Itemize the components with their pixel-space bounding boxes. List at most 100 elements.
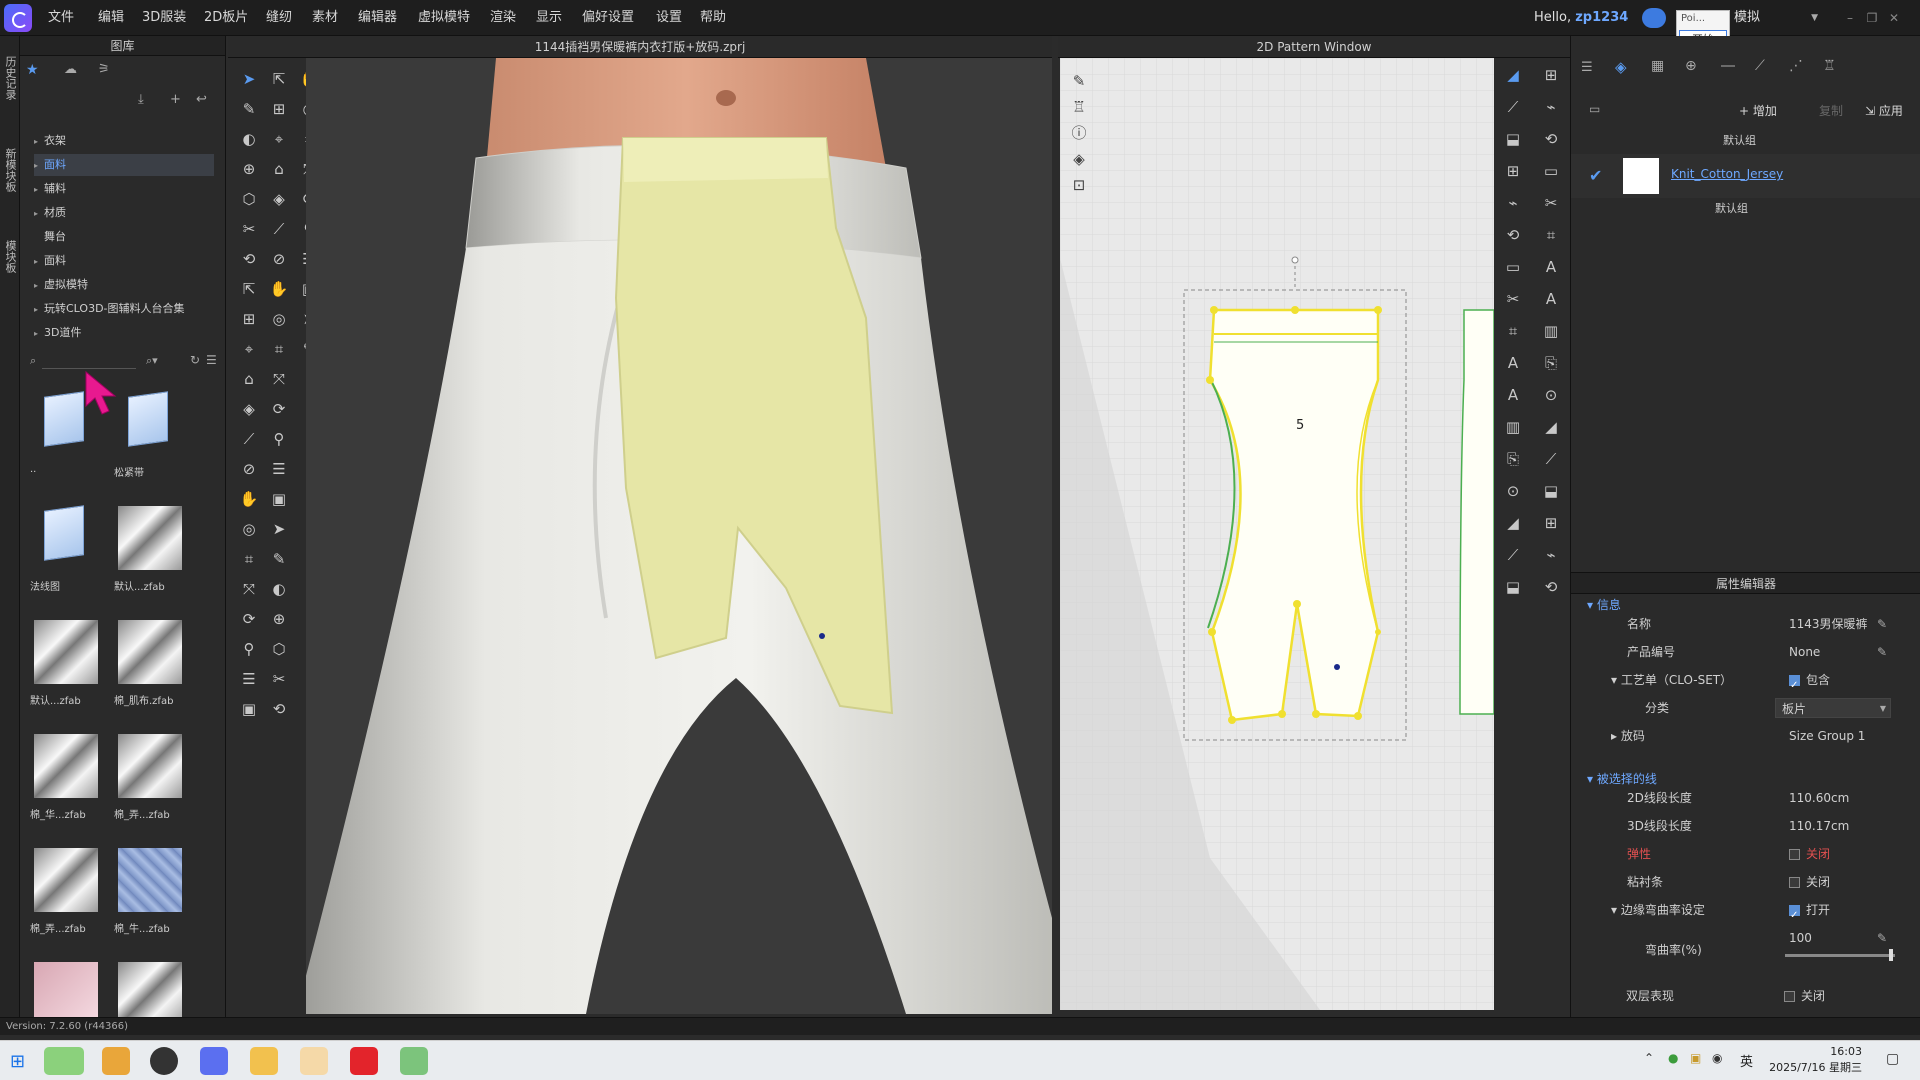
library-tree-item[interactable]: ▸ 面料 (34, 154, 214, 176)
box-tool-icon[interactable]: ▣ (238, 698, 260, 720)
pattern-tool-icon[interactable]: ⟋ (1502, 96, 1524, 118)
measure-icon[interactable]: ⤧ (268, 368, 290, 390)
add-point-icon[interactable]: ⊕ (268, 608, 290, 630)
edit-icon[interactable]: ✎ (1877, 638, 1887, 666)
pattern-tool-icon[interactable]: A (1502, 352, 1524, 374)
menu-item[interactable]: 编辑器 (358, 0, 397, 36)
circle-tool-icon[interactable]: ◎ (268, 308, 290, 330)
pattern-tool-icon[interactable]: A (1540, 256, 1562, 278)
library-thumbnail[interactable]: 棉_华...zfab (30, 730, 102, 821)
menu-item[interactable]: 缝纫 (266, 0, 292, 36)
rotate-icon[interactable]: ⟲ (238, 248, 260, 270)
pattern-tool-icon[interactable]: ⟲ (1540, 576, 1562, 598)
library-tree-item[interactable]: ▸ 3D道件 (34, 322, 214, 344)
library-tree-item[interactable]: ▸ 虚拟模特 (34, 274, 214, 296)
check-icon[interactable]: ✔ (1589, 166, 1602, 185)
box-tool-icon[interactable]: ▣ (268, 488, 290, 510)
menu-item[interactable]: 偏好设置 (582, 0, 634, 36)
pin-icon[interactable]: ⌖ (268, 128, 290, 150)
list-tool-icon[interactable]: ☰ (238, 668, 260, 690)
copy-fabric-button[interactable]: 复制 (1819, 102, 1843, 119)
list-view-icon[interactable]: ☰ (206, 353, 217, 367)
curvature-slider[interactable] (1785, 949, 1895, 961)
fold-tool-icon[interactable]: ◐ (238, 128, 260, 150)
pattern-tool-icon[interactable]: ⟋ (1540, 448, 1562, 470)
cut-icon[interactable]: ✂ (238, 218, 260, 240)
pattern-tool-icon[interactable]: ⌁ (1502, 192, 1524, 214)
info-icon[interactable]: ⓘ (1068, 122, 1090, 144)
pattern-tool-icon[interactable]: ⟋ (1502, 544, 1524, 566)
pattern-tool-icon[interactable]: A (1540, 288, 1562, 310)
tray-qq-icon[interactable]: ◉ (1712, 1051, 1722, 1065)
double-checkbox[interactable] (1784, 991, 1795, 1002)
pattern-tool-icon[interactable]: ✂ (1502, 288, 1524, 310)
tech-pack-section[interactable]: ▾ 工艺单（CLO-SET） (1611, 666, 1732, 694)
category-select[interactable]: 板片 ▼ (1775, 698, 1891, 718)
slider-handle[interactable] (1889, 949, 1893, 961)
qq-icon[interactable] (150, 1047, 178, 1075)
pattern-tool-icon[interactable]: ⌁ (1540, 96, 1562, 118)
erase-icon[interactable]: ⊘ (238, 458, 260, 480)
line-tool-icon[interactable]: ⟋ (238, 428, 260, 450)
chevron-up-icon[interactable]: ⌃ (1644, 1051, 1654, 1065)
search-filter-icon[interactable]: ⌕▾ (146, 354, 158, 368)
pattern-tool-icon[interactable]: ▥ (1502, 416, 1524, 438)
tab-new-module[interactable]: 新模块板 (2, 148, 18, 192)
pattern-tool-icon[interactable]: ⟲ (1540, 128, 1562, 150)
pattern-tool-icon[interactable]: ▥ (1540, 320, 1562, 342)
library-thumbnail[interactable]: 棉_牛...zfab (114, 844, 186, 935)
cloud-icon[interactable] (1642, 8, 1666, 28)
fabric-icon[interactable]: ◈ (1615, 58, 1627, 76)
library-thumbnail[interactable]: 棉_弄...zfab (114, 730, 186, 821)
grid-icon[interactable]: ▦ (1651, 58, 1664, 74)
library-tree-item[interactable]: 舞台 (34, 226, 214, 248)
pattern-tool-icon[interactable]: ⊙ (1540, 384, 1562, 406)
pattern-tool-icon[interactable]: ▭ (1540, 160, 1562, 182)
pattern-tool-icon[interactable]: ⊙ (1502, 480, 1524, 502)
notification-icon[interactable]: ▢ (1886, 1051, 1899, 1067)
globe-icon[interactable]: ⊕ (1685, 58, 1697, 74)
pattern-2d-canvas[interactable]: 5 (1060, 58, 1494, 1010)
menu-item[interactable]: 帮助 (700, 0, 726, 36)
clo3d-icon[interactable] (200, 1047, 228, 1075)
line-icon[interactable]: ― (1721, 58, 1735, 74)
menu-item[interactable]: 2D板片 (204, 0, 248, 36)
pin-icon[interactable]: ⌖ (238, 338, 260, 360)
pattern-tool-icon[interactable]: ⊞ (1502, 160, 1524, 182)
pen-icon[interactable]: ✎ (1068, 70, 1090, 92)
wechat-icon[interactable] (44, 1047, 84, 1075)
pen-icon[interactable]: ✎ (1877, 924, 1887, 952)
app-icon[interactable] (300, 1047, 328, 1075)
library-thumbnail[interactable]: 松紧带 (114, 388, 186, 479)
menu-item[interactable]: 设置 (656, 0, 682, 36)
library-tree-item[interactable]: ▸ 材质 (34, 202, 214, 224)
pattern-tool-icon[interactable]: ⌗ (1502, 320, 1524, 342)
restore-icon[interactable]: ❐ (1864, 10, 1880, 26)
minimize-icon[interactable]: – (1842, 10, 1858, 26)
feature-tab-icon[interactable]: ⚞ (98, 62, 110, 77)
pattern-tool-icon[interactable]: ⟲ (1502, 224, 1524, 246)
library-tree-item[interactable]: ▸ 面料 (34, 250, 214, 272)
polygon-icon[interactable]: ⬡ (268, 638, 290, 660)
prop-curvature-pct-value[interactable]: 100 (1789, 924, 1812, 952)
pattern-tool-icon[interactable]: ⌗ (1540, 224, 1562, 246)
group-header-bottom[interactable]: 默认组 (1571, 200, 1920, 218)
curvature-checkbox[interactable] (1789, 902, 1800, 930)
menu-item[interactable]: 文件 (48, 0, 74, 36)
elastic-checkbox[interactable] (1789, 849, 1800, 860)
fabric-icon[interactable]: ◈ (1068, 148, 1090, 170)
library-thumbnail[interactable]: 默认...zfab (30, 616, 102, 707)
pattern-tool-icon[interactable]: ◢ (1502, 64, 1524, 86)
drawing-app-icon[interactable] (102, 1047, 130, 1075)
shirt-icon[interactable]: ♖ (1823, 58, 1836, 74)
avatar-icon[interactable]: ⌂ (238, 368, 260, 390)
close-icon[interactable]: ✕ (1886, 10, 1902, 26)
sim-dropdown[interactable]: 模拟 ▼ (1734, 6, 1822, 30)
hand-icon[interactable]: ✋ (268, 278, 290, 300)
library-tree-item[interactable]: ▸ 衣架 (34, 130, 214, 152)
username[interactable]: zp1234 (1575, 10, 1628, 25)
fabric-row[interactable]: ✔ Knit_Cotton_Jersey (1571, 154, 1920, 198)
stitch-icon[interactable]: ⋰ (1789, 58, 1803, 74)
tray-icon[interactable]: ● (1668, 1051, 1678, 1065)
windows-start-icon[interactable]: ⊞ (10, 1051, 25, 1072)
